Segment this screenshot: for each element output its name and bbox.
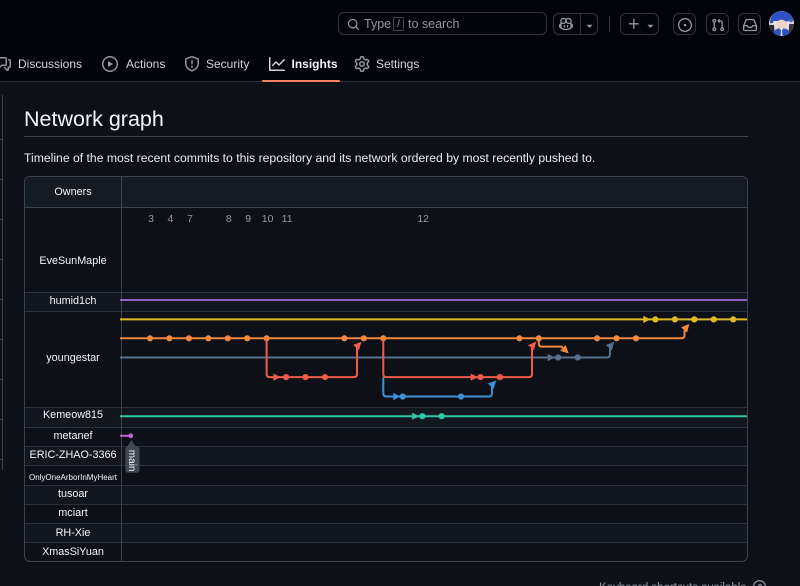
svg-text:main: main [126,450,137,472]
